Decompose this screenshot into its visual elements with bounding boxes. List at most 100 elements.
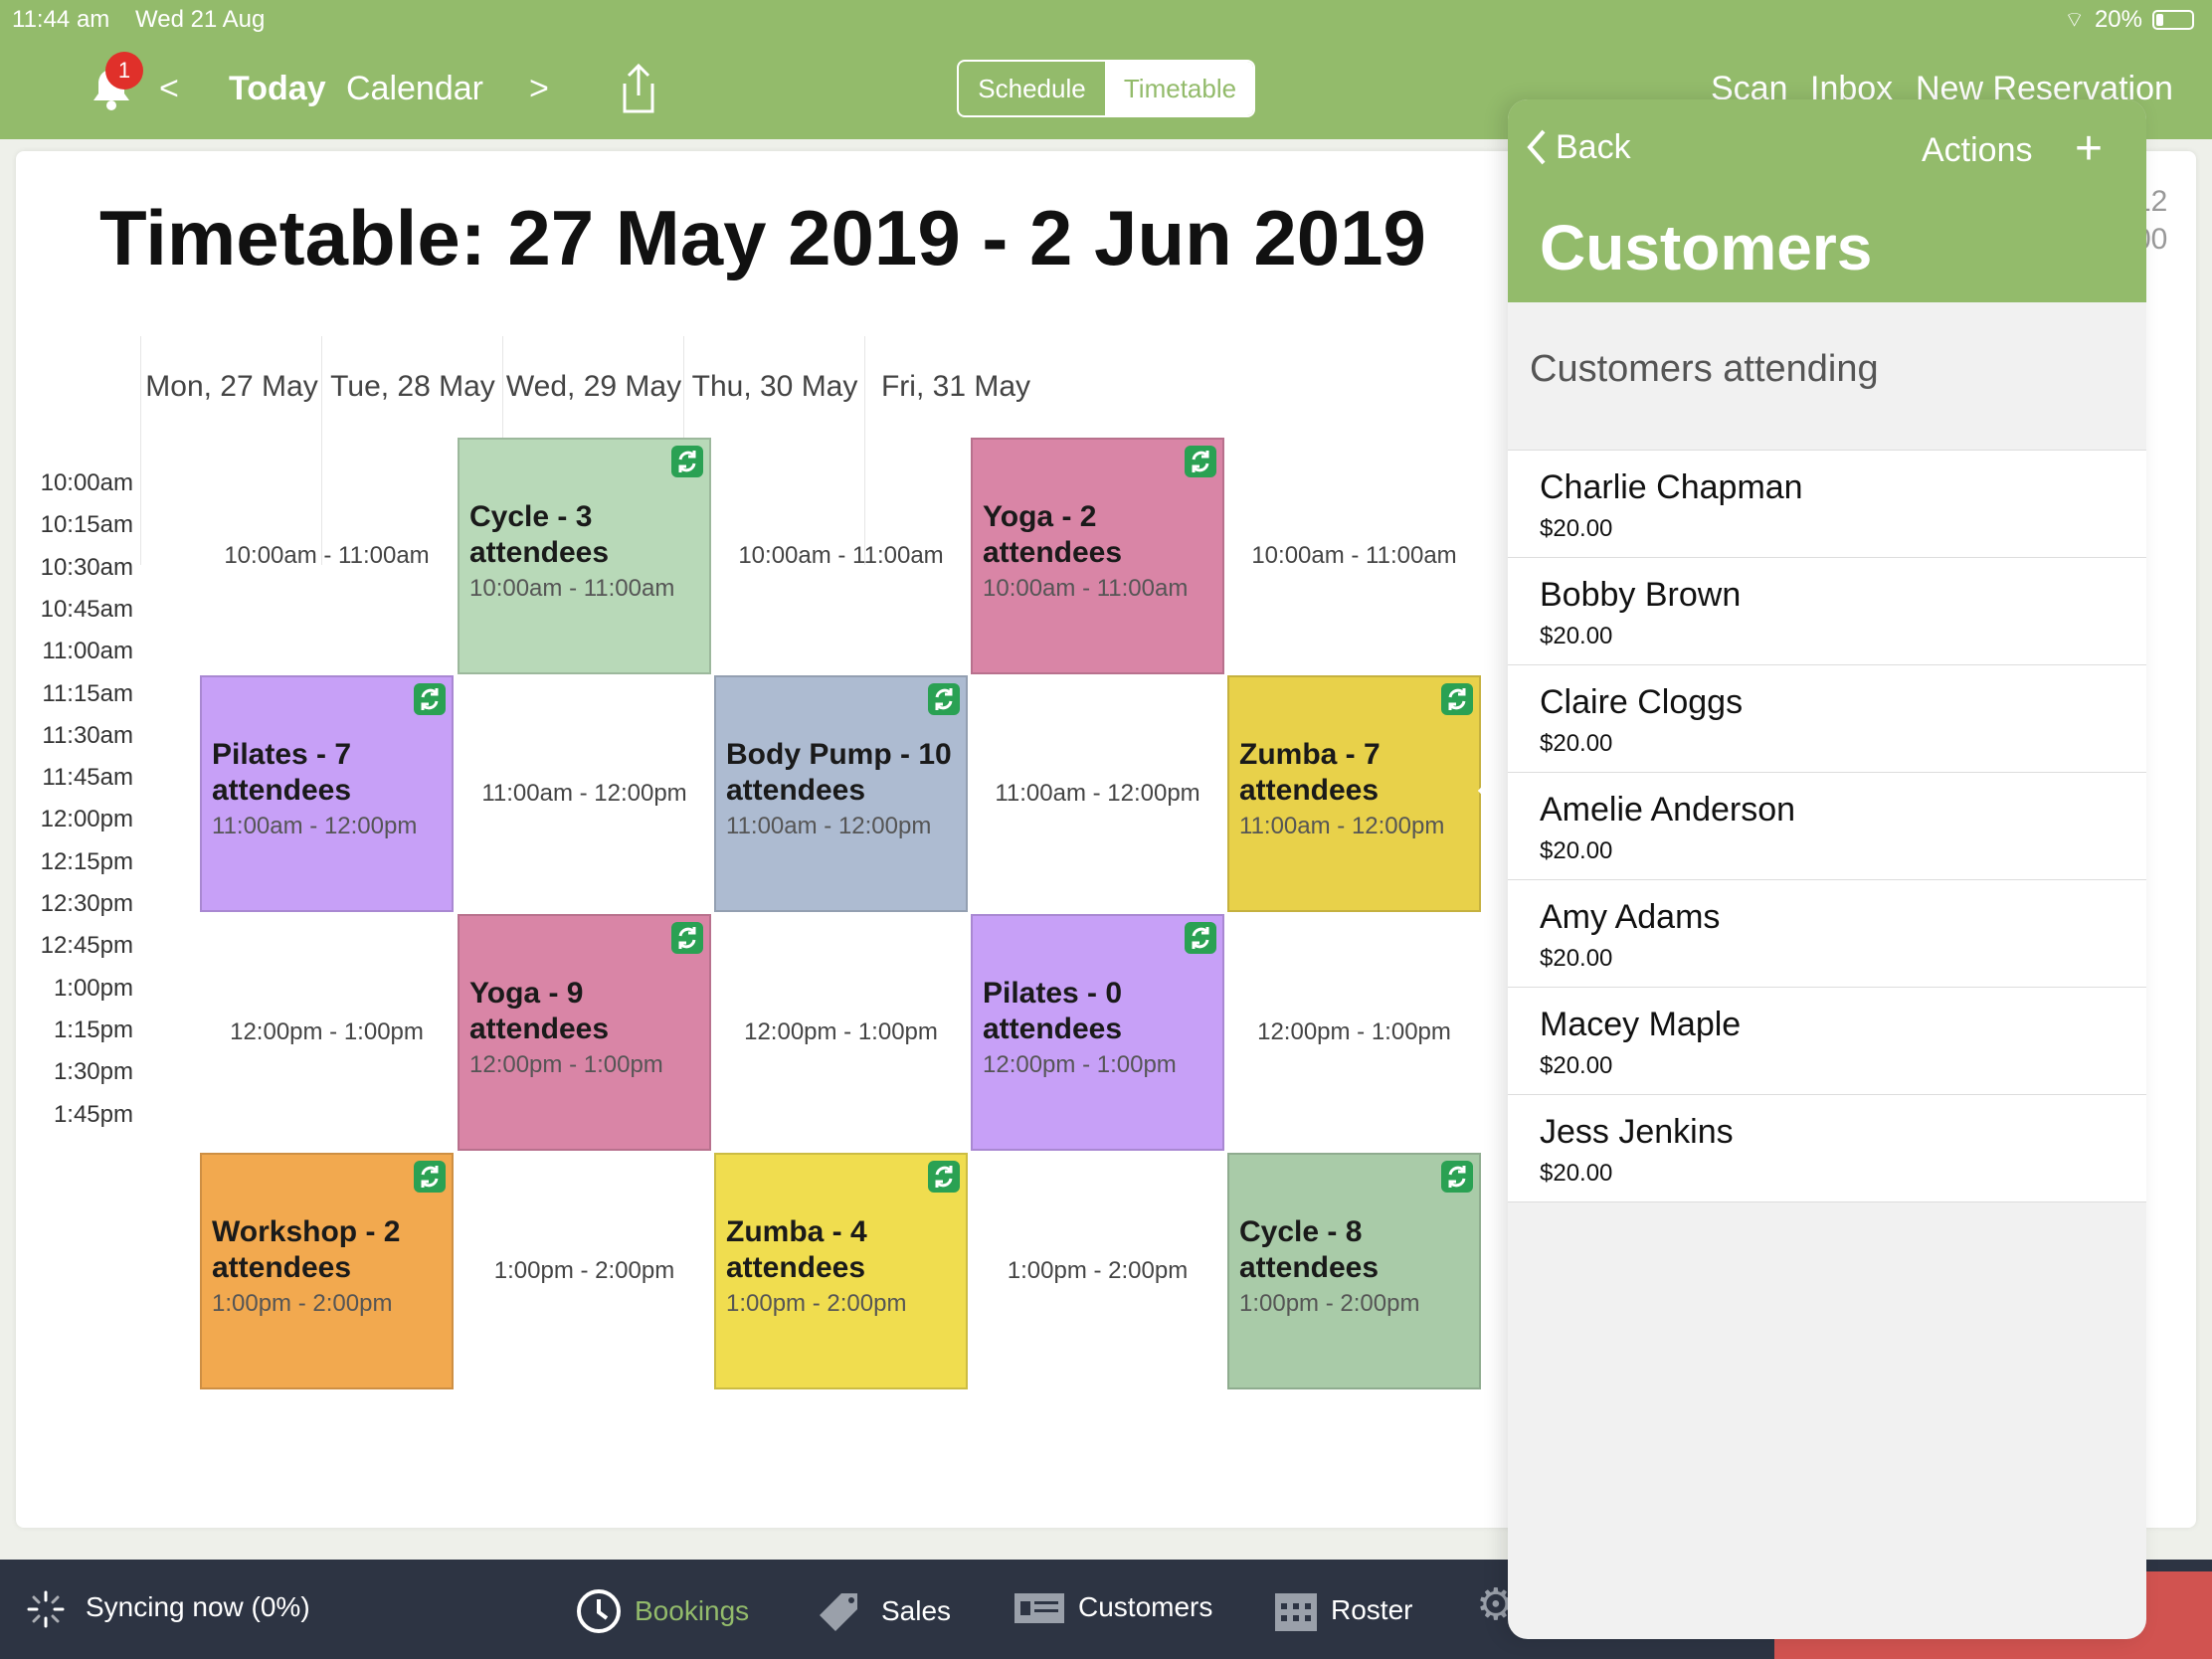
session-block[interactable]: Zumba - 4 attendees 1:00pm - 2:00pm — [714, 1153, 968, 1389]
tab-label: Customers — [1078, 1591, 1213, 1622]
time-label: 10:15am — [40, 511, 133, 539]
session-time: 1:00pm - 2:00pm — [1239, 1290, 1420, 1317]
session-block[interactable]: Yoga - 2 attendees 10:00am - 11:00am — [971, 438, 1224, 674]
recurring-icon — [671, 922, 703, 954]
empty-slot[interactable]: 1:00pm - 2:00pm — [971, 1153, 1224, 1389]
empty-slot[interactable]: 11:00am - 12:00pm — [971, 675, 1224, 912]
session-name: Yoga - 9 attendees — [469, 977, 610, 1045]
page-title: Timetable: 27 May 2019 - 2 Jun 2019 — [99, 194, 1426, 281]
recurring-icon — [1185, 922, 1216, 954]
session-block[interactable]: Cycle - 8 attendees 1:00pm - 2:00pm — [1227, 1153, 1481, 1389]
session-time: 10:00am - 11:00am — [983, 575, 1189, 602]
customer-name: Charlie Chapman — [1540, 468, 1803, 506]
session-name: Cycle - 3 attendees — [469, 500, 610, 569]
today-button[interactable]: Today — [229, 70, 326, 108]
customers-icon — [1014, 1593, 1064, 1623]
time-label: 10:00am — [40, 469, 133, 496]
tab-sales[interactable]: Sales — [814, 1587, 951, 1635]
tab-customers[interactable]: Customers — [1013, 1587, 1212, 1627]
customer-price: $20.00 — [1540, 1160, 1613, 1187]
wifi-icon: ⌔ — [2064, 7, 2085, 32]
customer-row[interactable]: Amelie Anderson $20.00 — [1508, 773, 2146, 880]
empty-slot[interactable]: 1:00pm - 2:00pm — [458, 1153, 711, 1389]
customer-name: Amelie Anderson — [1540, 791, 1796, 829]
empty-slot[interactable]: 10:00am - 11:00am — [1227, 438, 1481, 674]
actions-button[interactable]: Actions — [1922, 131, 2033, 170]
customer-name: Bobby Brown — [1540, 576, 1742, 614]
time-label: 11:30am — [42, 721, 133, 749]
empty-slot[interactable]: 12:00pm - 1:00pm — [200, 914, 454, 1151]
recurring-icon — [1441, 1161, 1473, 1193]
time-label: 12:15pm — [40, 847, 133, 875]
session-time: 10:00am - 11:00am — [469, 575, 675, 602]
session-time: 12:00pm - 1:00pm — [469, 1051, 663, 1078]
customer-price: $20.00 — [1540, 515, 1613, 542]
session-block[interactable]: Cycle - 3 attendees 10:00am - 11:00am — [458, 438, 711, 674]
time-label: 10:30am — [40, 553, 133, 581]
sync-status: Syncing now (0%) — [86, 1591, 310, 1622]
calendar-button[interactable]: Calendar — [346, 70, 483, 108]
status-time: 11:44 am — [12, 6, 110, 33]
session-name: Zumba - 4 attendees — [726, 1215, 867, 1284]
next-week-button[interactable]: > — [529, 70, 549, 108]
tab-roster[interactable]: Roster — [1273, 1587, 1412, 1633]
view-segmented-control: Schedule Timetable — [957, 60, 1255, 117]
customer-row[interactable]: Amy Adams $20.00 — [1508, 880, 2146, 988]
tag-icon — [820, 1593, 857, 1631]
recurring-icon — [1441, 683, 1473, 715]
time-label: 11:00am — [42, 638, 133, 665]
session-block[interactable]: Body Pump - 10 attendees 11:00am - 12:00p… — [714, 675, 968, 912]
prev-week-button[interactable]: < — [159, 70, 179, 108]
popover-header: Back Actions + Customers — [1508, 99, 2146, 302]
customers-popover: Back Actions + Customers Customers atten… — [1508, 99, 2146, 1639]
schedule-segment[interactable]: Schedule — [959, 62, 1107, 115]
customer-name: Jess Jenkins — [1540, 1113, 1734, 1151]
recurring-icon — [414, 683, 446, 715]
session-time: 11:00am - 12:00pm — [212, 813, 418, 839]
session-block[interactable]: Zumba - 7 attendees 11:00am - 12:00pm — [1227, 675, 1481, 912]
battery-icon — [2152, 10, 2194, 30]
session-block[interactable]: Workshop - 2 attendees 1:00pm - 2:00pm — [200, 1153, 454, 1389]
session-name: Cycle - 8 attendees — [1239, 1215, 1380, 1284]
back-button[interactable]: Back — [1526, 127, 1631, 167]
column-divider — [140, 336, 141, 565]
tab-bookings[interactable]: Bookings — [575, 1587, 749, 1635]
customer-name: Claire Cloggs — [1540, 683, 1744, 721]
customer-row[interactable]: Bobby Brown $20.00 — [1508, 558, 2146, 665]
share-icon[interactable] — [617, 62, 660, 115]
customer-price: $20.00 — [1540, 1052, 1613, 1079]
empty-slot[interactable]: 12:00pm - 1:00pm — [1227, 914, 1481, 1151]
time-label: 11:45am — [42, 764, 133, 792]
customer-row[interactable]: Charlie Chapman $20.00 — [1508, 451, 2146, 558]
tab-label: Bookings — [635, 1595, 750, 1626]
empty-slot[interactable]: 10:00am - 11:00am — [714, 438, 968, 674]
customer-price: $20.00 — [1540, 730, 1613, 757]
popover-title: Customers — [1540, 212, 1873, 283]
session-block[interactable]: Pilates - 0 attendees 12:00pm - 1:00pm — [971, 914, 1224, 1151]
timetable-segment[interactable]: Timetable — [1107, 62, 1253, 115]
customer-list: Charlie Chapman $20.00 Bobby Brown $20.00 Cl… — [1508, 450, 2146, 1202]
empty-slot[interactable]: 11:00am - 12:00pm — [458, 675, 711, 912]
session-block[interactable]: Pilates - 7 attendees 11:00am - 12:00pm — [200, 675, 454, 912]
time-label: 11:15am — [42, 679, 133, 707]
customer-row[interactable]: Claire Cloggs $20.00 — [1508, 665, 2146, 773]
session-name: Yoga - 2 attendees — [983, 500, 1123, 569]
customer-row[interactable]: Jess Jenkins $20.00 — [1508, 1095, 2146, 1202]
customer-price: $20.00 — [1540, 837, 1613, 864]
battery-percent: 20% — [2094, 6, 2142, 33]
empty-slot[interactable]: 10:00am - 11:00am — [200, 438, 454, 674]
empty-slot[interactable]: 12:00pm - 1:00pm — [714, 914, 968, 1151]
chevron-left-icon — [1527, 129, 1546, 165]
time-label: 1:15pm — [53, 1015, 133, 1043]
customer-price: $20.00 — [1540, 945, 1613, 972]
session-name: Pilates - 7 attendees — [212, 738, 352, 807]
add-button[interactable]: + — [2075, 121, 2103, 176]
session-time: 11:00am - 12:00pm — [726, 813, 932, 839]
session-name: Pilates - 0 attendees — [983, 977, 1123, 1045]
customer-name: Macey Maple — [1540, 1006, 1742, 1043]
spinner-icon — [27, 1590, 65, 1628]
session-block[interactable]: Yoga - 9 attendees 12:00pm - 1:00pm — [458, 914, 711, 1151]
recurring-icon — [671, 446, 703, 477]
recurring-icon — [414, 1161, 446, 1193]
customer-row[interactable]: Macey Maple $20.00 — [1508, 988, 2146, 1095]
